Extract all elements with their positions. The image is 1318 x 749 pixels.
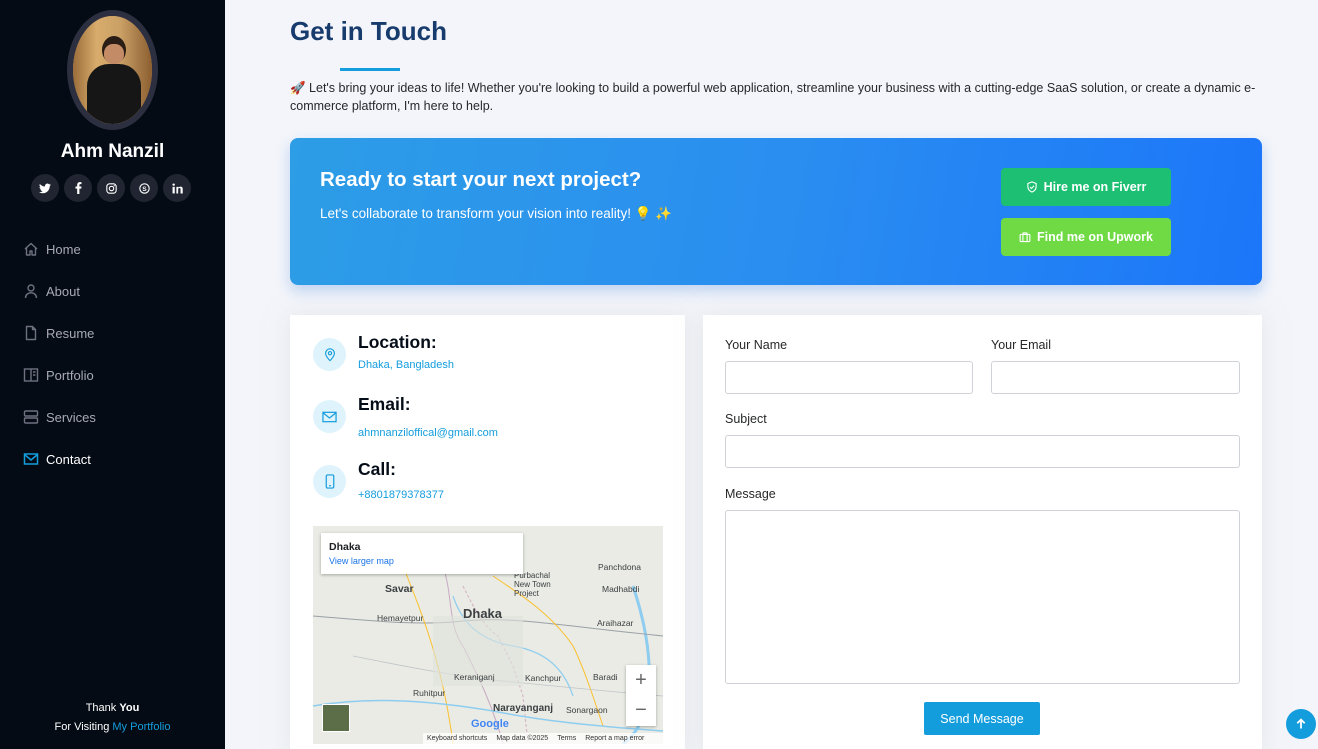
nav-item-portfolio[interactable]: Portfolio [23,354,96,396]
page-title: Get in Touch [290,16,447,46]
house-icon [24,242,38,256]
map-label-purbachal: Purbachal New Town Project [514,571,551,598]
main-content: Get in Touch 🚀 Let's bring your ideas to… [225,0,1318,749]
find-upwork-button[interactable]: Find me on Upwork [1001,218,1171,256]
email-value[interactable]: ahmnanziloffical@gmail.com [358,427,498,439]
envelope-icon [313,400,346,433]
view-larger-map-link[interactable]: View larger map [329,556,394,566]
instagram-icon[interactable] [97,174,125,202]
email-label: Email: [358,394,411,414]
map-label-panchdona: Panchdona [598,562,642,572]
contact-form-card: Your Name Your Email Subject Message Sen… [703,315,1262,749]
shield-check-icon [1026,181,1037,193]
main-nav: Home About Resume Portfolio Services Con… [23,228,96,480]
map-zoom-controls: + − [626,665,656,726]
nav-item-resume[interactable]: Resume [23,312,96,354]
facebook-icon[interactable] [64,174,92,202]
sidebar: Ahm Nanzil S Home About Resume Portfolio… [0,0,225,749]
message-textarea[interactable] [725,510,1240,684]
email-label: Your Email [991,338,1051,352]
email-input[interactable] [991,361,1240,394]
back-to-top-button[interactable] [1286,709,1316,739]
briefcase-icon [1019,232,1031,243]
call-value[interactable]: +8801879378377 [358,489,444,501]
avatar [67,10,158,130]
svg-text:S: S [142,185,147,192]
map-attribution: Keyboard shortcuts Map data ©2025 Terms … [423,733,663,744]
map-label-kanchpur: Kanchpur [525,673,562,683]
upwork-label: Find me on Upwork [1037,230,1153,244]
nav-label: Contact [46,451,91,467]
zoom-out-button[interactable]: − [626,695,656,725]
name-input[interactable] [725,361,973,394]
nav-item-contact[interactable]: Contact [23,438,96,480]
profile-name: Ahm Nanzil [60,141,165,162]
book-icon [23,368,39,382]
nav-label: Portfolio [46,367,94,383]
send-message-button[interactable]: Send Message [924,702,1040,735]
person-icon [24,284,38,299]
map-label-sonargaon: Sonargaon [566,705,608,715]
server-icon [23,410,39,424]
footer-thanks-bold: You [119,702,140,714]
sidebar-footer: Thank You For Visiting My Portfolio [0,699,225,737]
map-label-keraniganj: Keraniganj [454,672,495,682]
file-icon [25,325,37,341]
keyboard-shortcuts-link[interactable]: Keyboard shortcuts [427,735,487,742]
map-label-araihazar: Araihazar [597,618,634,628]
message-label: Message [725,487,776,501]
nav-item-services[interactable]: Services [23,396,96,438]
nav-label: Home [46,241,81,257]
footer-visiting: For Visiting [54,721,113,733]
google-logo: Google [471,718,509,730]
call-label: Call: [358,459,396,479]
footer-portfolio-link[interactable]: My Portfolio [112,721,170,733]
location-label: Location: [358,332,437,352]
linkedin-icon[interactable] [163,174,191,202]
map-info-popup: Dhaka View larger map [321,533,523,574]
envelope-icon [23,453,39,465]
zoom-in-button[interactable]: + [626,665,656,695]
location-value: Dhaka, Bangladesh [358,359,455,371]
nav-item-home[interactable]: Home [23,228,96,270]
map-pin-icon [313,338,346,371]
map-data-text: Map data ©2025 [496,735,549,742]
cta-banner: Ready to start your next project? Let's … [290,138,1262,285]
nav-label: About [46,283,80,299]
report-map-error-link[interactable]: Report a map error [585,735,644,742]
map-label-dhaka: Dhaka [463,606,503,621]
phone-icon [313,465,346,498]
subject-label: Subject [725,412,767,426]
terms-link[interactable]: Terms [557,735,576,742]
map-label-savar: Savar [385,583,414,595]
embedded-map[interactable]: Savar Dhaka Hemayetpur Purbachal New Tow… [313,526,663,744]
subject-input[interactable] [725,435,1240,468]
contact-info-card: Location: Dhaka, Bangladesh Email: ahmna… [290,315,685,749]
name-label: Your Name [725,338,788,352]
fiverr-label: Hire me on Fiverr [1043,180,1147,194]
satellite-toggle[interactable] [322,704,350,732]
title-underline [340,68,400,71]
cta-title: Ready to start your next project? [320,168,642,191]
footer-thanks: Thank [85,702,120,714]
intro-text: 🚀 Let's bring your ideas to life! Whethe… [290,81,1256,113]
skype-icon[interactable]: S [130,174,158,202]
map-label-hemayetpur: Hemayetpur [377,613,424,623]
hire-fiverr-button[interactable]: Hire me on Fiverr [1001,168,1171,206]
map-label-baradi: Baradi [593,672,618,682]
map-label-narayanganj: Narayanganj [493,703,554,714]
social-links: S [31,174,191,202]
map-label-madhabdi: Madhabdi [602,584,640,594]
nav-label: Resume [46,325,95,341]
nav-label: Services [46,409,96,425]
map-place-name: Dhaka [329,541,361,553]
cta-subtitle: Let's collaborate to transform your visi… [320,206,673,221]
map-label-ruhitpur: Ruhitpur [413,688,446,698]
arrow-up-icon [1296,718,1306,729]
twitter-icon[interactable] [31,174,59,202]
nav-item-about[interactable]: About [23,270,96,312]
